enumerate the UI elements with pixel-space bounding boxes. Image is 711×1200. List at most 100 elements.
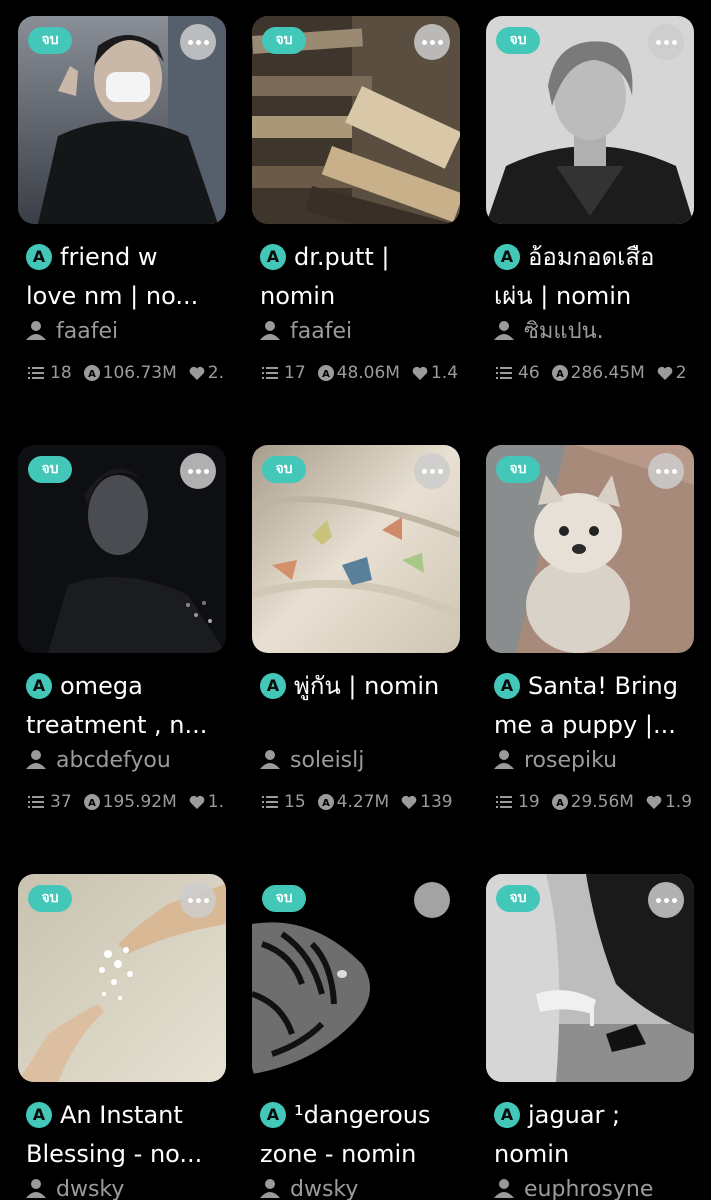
more-dots-icon[interactable] — [648, 24, 684, 60]
title-line-1: dr.putt | — [294, 243, 390, 271]
list-icon — [496, 796, 512, 808]
story-title[interactable]: A พู่กัน | nomin — [260, 667, 460, 706]
completed-badge: จบ — [28, 456, 72, 483]
story-type-icon: A — [260, 1102, 286, 1128]
author-name: abcdefyou — [56, 748, 171, 773]
eye-badge-icon: A — [317, 365, 334, 381]
more-dots-icon[interactable] — [414, 453, 450, 489]
story-type-icon: A — [494, 673, 520, 699]
like-count: 2. — [207, 363, 225, 383]
eye-badge-icon: A — [551, 365, 568, 381]
author-link[interactable]: soleislj — [260, 748, 364, 774]
cover-image[interactable]: จบ — [18, 445, 226, 653]
more-dots-icon[interactable] — [180, 882, 216, 918]
story-type-icon: A — [260, 673, 286, 699]
more-dots-icon[interactable] — [648, 882, 684, 918]
author-name: faafei — [56, 319, 119, 344]
svg-text:A: A — [88, 798, 96, 809]
user-icon — [494, 321, 514, 340]
title-line-1: อ้อมกอดเสือ — [528, 243, 655, 271]
user-icon — [494, 1179, 514, 1198]
completed-badge: จบ — [496, 27, 540, 54]
heart-icon — [646, 795, 662, 809]
svg-text:A: A — [556, 369, 564, 380]
author-name: ซิมแปน. — [524, 319, 604, 344]
user-icon — [260, 1179, 280, 1198]
completed-badge: จบ — [262, 885, 306, 912]
title-line-2: nomin — [494, 1140, 570, 1168]
eye-badge-icon: A — [83, 365, 100, 381]
cover-image[interactable]: จบ — [252, 16, 460, 224]
story-title[interactable]: Adr.putt | nomin — [260, 238, 460, 316]
story-type-icon: A — [494, 244, 520, 270]
author-link[interactable]: dwsky — [260, 1177, 358, 1200]
author-link[interactable]: faafei — [26, 319, 118, 345]
story-title[interactable]: Ajaguar ; nomin — [494, 1096, 694, 1174]
title-line-2: เผ่น | nomin — [494, 282, 632, 310]
author-link[interactable]: euphrosyne — [494, 1177, 653, 1200]
story-title[interactable]: Aomega treatment , n... — [26, 667, 226, 745]
author-link[interactable]: faafei — [260, 319, 352, 345]
author-link[interactable]: abcdefyou — [26, 748, 171, 774]
title-line-2: love nm | no... — [26, 282, 199, 310]
author-name: rosepiku — [524, 748, 618, 773]
title-line-1: friend w — [60, 243, 158, 271]
like-count: 1.9 — [664, 792, 693, 812]
heart-icon — [657, 366, 673, 380]
story-stats: 37 A 195.92M 1. — [28, 792, 228, 812]
cover-image[interactable]: จบ — [252, 874, 460, 1082]
story-type-icon: A — [26, 673, 52, 699]
cover-image[interactable]: จบ — [486, 16, 694, 224]
list-icon — [496, 367, 512, 379]
user-icon — [494, 750, 514, 769]
user-icon — [26, 321, 46, 340]
title-line-2: me a puppy |... — [494, 711, 676, 739]
story-title[interactable]: Afriend w love nm | no... — [26, 238, 226, 316]
list-icon — [262, 367, 278, 379]
story-type-icon: A — [494, 1102, 520, 1128]
author-link[interactable]: rosepiku — [494, 748, 617, 774]
heart-icon — [412, 366, 428, 380]
view-count: 4.27M — [336, 792, 390, 812]
like-count: 1. — [207, 792, 225, 812]
chapter-count: 19 — [518, 792, 540, 812]
more-dots-icon[interactable] — [414, 24, 450, 60]
story-title[interactable]: A ¹dangerous zone - nomin — [260, 1096, 460, 1174]
cover-image[interactable]: จบ — [486, 874, 694, 1082]
author-link[interactable]: dwsky — [26, 1177, 124, 1200]
completed-badge: จบ — [28, 27, 72, 54]
cover-image[interactable]: จบ — [252, 445, 460, 653]
like-count: 139 — [420, 792, 453, 812]
user-icon — [260, 750, 280, 769]
cover-image[interactable]: จบ — [18, 16, 226, 224]
list-icon — [262, 796, 278, 808]
story-title[interactable]: A อ้อมกอดเสือ เผ่น | nomin — [494, 238, 694, 316]
chapter-count: 15 — [284, 792, 306, 812]
story-title[interactable]: A Santa! Bring me a puppy |... — [494, 667, 694, 745]
completed-badge: จบ — [262, 456, 306, 483]
author-link[interactable]: ซิมแปน. — [494, 319, 604, 345]
chapter-count: 18 — [50, 363, 72, 383]
cover-image[interactable]: จบ — [486, 445, 694, 653]
eye-badge-icon: A — [317, 794, 334, 810]
title-line-1: พู่กัน | nomin — [294, 672, 440, 700]
cover-image[interactable]: จบ — [18, 874, 226, 1082]
more-dots-icon[interactable] — [180, 24, 216, 60]
title-line-1: jaguar ; — [528, 1101, 621, 1129]
view-count: 106.73M — [102, 363, 177, 383]
user-icon — [26, 1179, 46, 1198]
story-type-icon: A — [26, 1102, 52, 1128]
like-count: 1.4 — [430, 363, 459, 383]
more-dots-icon[interactable] — [414, 882, 450, 918]
story-stats: 17 A 48.06M 1.4 — [262, 363, 462, 383]
user-icon — [26, 750, 46, 769]
more-dots-icon[interactable] — [180, 453, 216, 489]
completed-badge: จบ — [28, 885, 72, 912]
svg-text:A: A — [322, 798, 330, 809]
author-name: faafei — [290, 319, 353, 344]
user-icon — [260, 321, 280, 340]
story-title[interactable]: A An Instant Blessing - no... — [26, 1096, 226, 1174]
svg-text:A: A — [88, 369, 96, 380]
more-dots-icon[interactable] — [648, 453, 684, 489]
story-stats: 19 A 29.56M 1.9 — [496, 792, 696, 812]
